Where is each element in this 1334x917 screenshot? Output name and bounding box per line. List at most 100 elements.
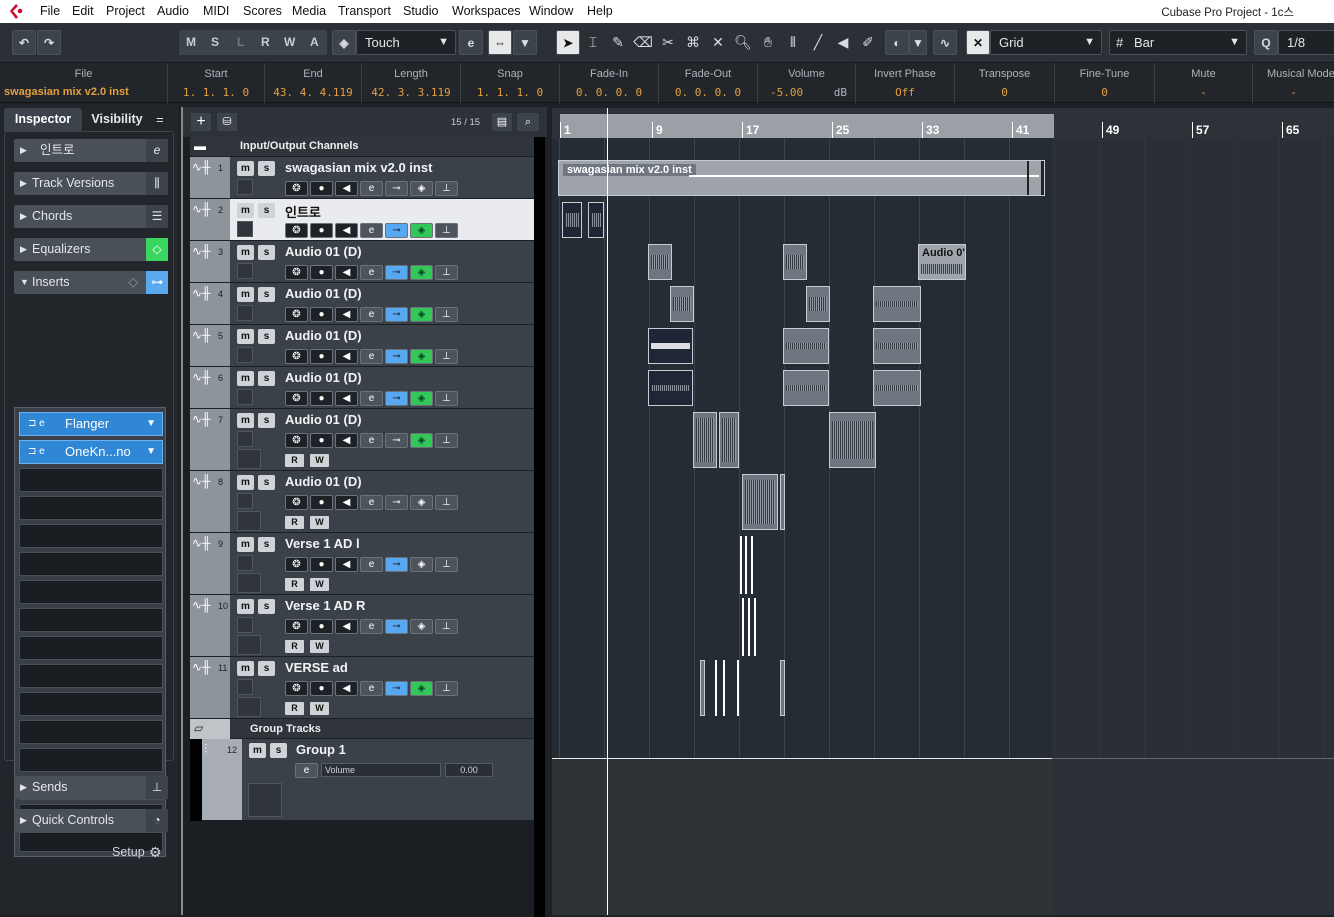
track-row-4[interactable]: ∿╫ 4 m s Audio 01 (D) ❂ ● ◀ e ⊸ ◈ ⊥ — [190, 283, 540, 325]
track-row-3[interactable]: ∿╫ 3 m s Audio 01 (D) ❂ ● ◀ e ⊸ ◈ ⊥ — [190, 241, 540, 283]
eq-bypass-button[interactable]: ◈ — [410, 223, 433, 238]
eq-bypass-button[interactable]: ◈ — [410, 391, 433, 406]
play-tool[interactable]: ◀ — [831, 30, 855, 55]
edit-channel-button[interactable]: e — [360, 349, 383, 364]
eq-bypass-button[interactable]: ◈ — [410, 349, 433, 364]
sends-bypass-button[interactable]: ⊥ — [435, 619, 458, 634]
zoom-tool[interactable]: 🔍︎ — [731, 30, 755, 55]
solo-button[interactable]: s — [258, 203, 275, 218]
tab-visibility[interactable]: Visibility — [84, 108, 150, 131]
mute-button[interactable]: m — [249, 743, 266, 758]
inserts-bypass-button[interactable]: ⊸ — [385, 265, 408, 280]
record-enable-button[interactable]: ● — [310, 557, 333, 572]
audio-event[interactable] — [806, 286, 830, 322]
inserts-bypass-button[interactable]: ⊸ — [385, 349, 408, 364]
quantize-select[interactable]: 1/8 — [1278, 30, 1334, 55]
write-automation-button[interactable]: W — [310, 640, 329, 653]
setup-label[interactable]: Setup — [112, 845, 145, 859]
record-enable-button[interactable]: ● — [310, 495, 333, 510]
record-enable-button[interactable]: ● — [310, 391, 333, 406]
insert-slot-4[interactable] — [19, 496, 163, 520]
project-cursor[interactable] — [607, 108, 608, 915]
write-automation-button[interactable]: W — [310, 516, 329, 529]
gear-icon[interactable]: ⚙ — [149, 844, 162, 861]
mute-button[interactable]: m — [237, 245, 254, 260]
audio-event[interactable] — [780, 660, 785, 716]
section-inserts[interactable]: ▼ Inserts ◇ ⊶ — [14, 271, 168, 294]
monitor-inactive-button[interactable]: ❂ — [285, 349, 308, 364]
audio-event[interactable] — [873, 286, 921, 322]
menu-audio[interactable]: Audio — [157, 4, 189, 18]
monitor-inactive-button[interactable]: ❂ — [285, 433, 308, 448]
sends-bypass-icon[interactable]: ⊥ — [146, 776, 168, 799]
track-row-7[interactable]: ∿╫ 7 m s Audio 01 (D) ❂ ● ◀ e ⊸ ◈ ⊥ R W — [190, 409, 540, 471]
grid-unit-select[interactable]: # Bar ▼ — [1109, 30, 1247, 55]
mute-button[interactable]: m — [237, 537, 254, 552]
sends-bypass-button[interactable]: ⊥ — [435, 557, 458, 572]
info-file[interactable]: File swagasian mix v2.0 inst — [0, 63, 168, 103]
folder-track-group[interactable]: ▱ Group Tracks — [190, 719, 540, 739]
inserts-bypass-button[interactable]: ⊸ — [385, 223, 408, 238]
menu-media[interactable]: Media — [292, 4, 326, 18]
monitor-inactive-button[interactable]: ❂ — [285, 681, 308, 696]
info-mute[interactable]: Mute - — [1155, 63, 1253, 103]
eq-bypass-button[interactable]: ◈ — [410, 265, 433, 280]
folder-track-io[interactable]: ▬ Input/Output Channels — [190, 137, 540, 157]
glue-tool[interactable]: ⌘ — [681, 30, 705, 55]
mute-button[interactable]: m — [237, 203, 254, 218]
sends-bypass-button[interactable]: ⊥ — [435, 223, 458, 238]
info-volume[interactable]: Volume -5.00 dB — [758, 63, 856, 103]
redo-button[interactable]: ↷ — [37, 30, 61, 55]
automation-mode-select[interactable]: Touch ▼ — [356, 30, 456, 55]
mute-button[interactable]: m — [237, 661, 254, 676]
insert-slot-8[interactable] — [19, 608, 163, 632]
track-row-11[interactable]: ∿╫ 11 m s VERSE ad ❂ ● ◀ e ⊸ ◈ ⊥ R W — [190, 657, 540, 719]
mute-tool[interactable]: ✕ — [706, 30, 730, 55]
audio-event[interactable] — [719, 412, 739, 468]
eq-bypass-button[interactable]: ◈ — [410, 495, 433, 510]
solo-button[interactable]: s — [258, 371, 275, 386]
chevron-down-icon[interactable]: ▼ — [146, 441, 156, 463]
record-enable-button[interactable]: ● — [310, 307, 333, 322]
monitor-inactive-button[interactable]: ❂ — [285, 223, 308, 238]
audio-event[interactable] — [648, 370, 693, 406]
audio-event[interactable] — [783, 244, 807, 280]
mute-button[interactable]: m — [237, 161, 254, 176]
inserts-bypass-button[interactable]: ⊸ — [385, 307, 408, 322]
hand-tool[interactable]: ✋︎ — [756, 30, 780, 55]
sends-bypass-button[interactable]: ⊥ — [435, 265, 458, 280]
nudge-button[interactable]: ◐ — [885, 30, 909, 55]
range-selection-tool[interactable]: ⌶ — [581, 30, 605, 55]
monitor-inactive-button[interactable]: ❂ — [285, 181, 308, 196]
a-state-button[interactable]: A — [310, 35, 319, 49]
track-row-6[interactable]: ∿╫ 6 m s Audio 01 (D) ❂ ● ◀ e ⊸ ◈ ⊥ — [190, 367, 540, 409]
track-row-9[interactable]: ∿╫ 9 m s Verse 1 AD l ❂ ● ◀ e ⊸ ◈ ⊥ R W — [190, 533, 540, 595]
insert-slot-5[interactable] — [19, 524, 163, 548]
audio-event[interactable] — [829, 412, 876, 468]
quantize-button[interactable]: Q — [1254, 30, 1278, 55]
edit-channel-button[interactable]: e — [360, 557, 383, 572]
audio-event-thin[interactable] — [751, 536, 753, 594]
solo-button[interactable]: s — [258, 329, 275, 344]
edit-channel-button[interactable]: e — [360, 391, 383, 406]
menu-edit[interactable]: Edit — [72, 4, 94, 18]
sends-bypass-button[interactable]: ⊥ — [435, 181, 458, 196]
read-automation-button[interactable]: R — [285, 516, 304, 529]
automation-mode-icon[interactable]: ◈ — [332, 30, 356, 55]
menu-window[interactable]: Window — [529, 4, 573, 18]
bypass-icon[interactable]: ◇ — [128, 271, 138, 294]
info-transpose[interactable]: Transpose 0 — [955, 63, 1055, 103]
edit-channel-button[interactable]: e — [360, 495, 383, 510]
audio-event[interactable] — [648, 328, 693, 364]
record-enable-button[interactable]: ● — [310, 349, 333, 364]
menu-studio[interactable]: Studio — [403, 4, 438, 18]
audio-event[interactable] — [783, 328, 829, 364]
menu-project[interactable]: Project — [106, 4, 145, 18]
write-automation-button[interactable]: W — [310, 454, 329, 467]
edit-channel-button[interactable]: e — [360, 223, 383, 238]
inserts-bypass-button[interactable]: ⊸ — [385, 181, 408, 196]
menu-workspaces[interactable]: Workspaces — [452, 4, 521, 18]
edit-channel-icon[interactable]: e — [146, 139, 168, 162]
read-automation-button[interactable]: R — [285, 702, 304, 715]
eq-bypass-button[interactable]: ◈ — [410, 181, 433, 196]
